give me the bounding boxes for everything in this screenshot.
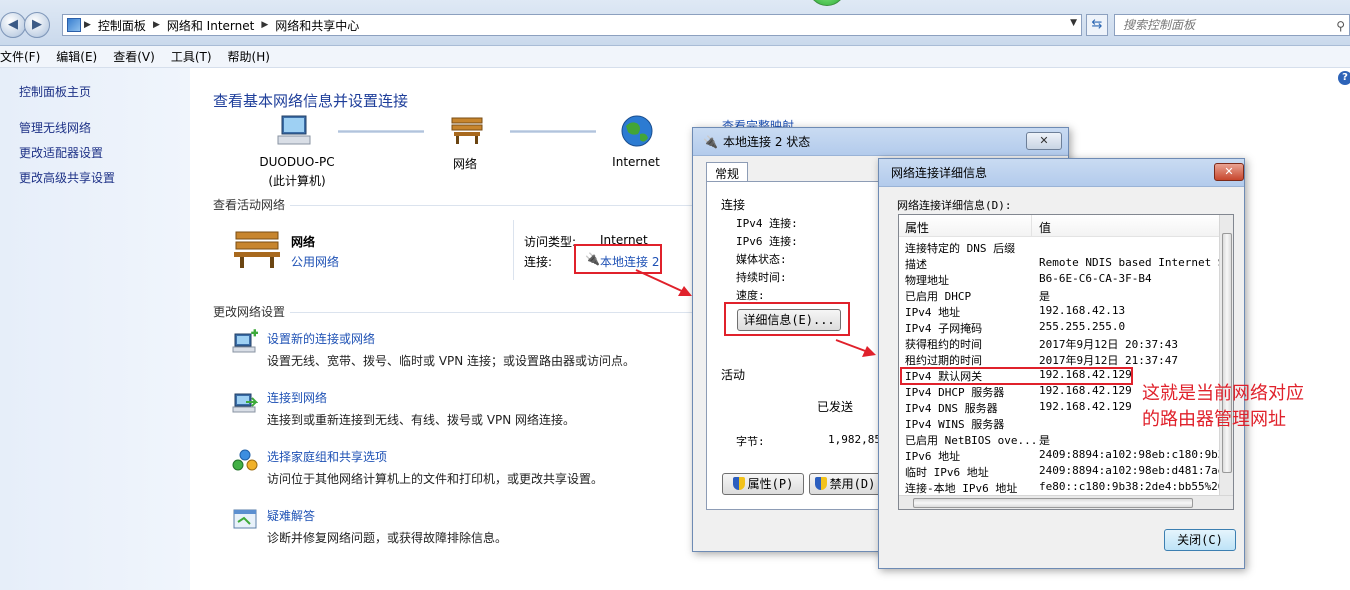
arrow-to-status-dialog bbox=[635, 269, 692, 296]
annotation-line-1: 这就是当前网络对应 bbox=[1142, 383, 1304, 404]
annotation-arrows bbox=[635, 269, 876, 357]
arrow-to-details-dialog bbox=[835, 339, 876, 357]
annotation-line-2: 的路由器管理网址 bbox=[1142, 409, 1286, 430]
